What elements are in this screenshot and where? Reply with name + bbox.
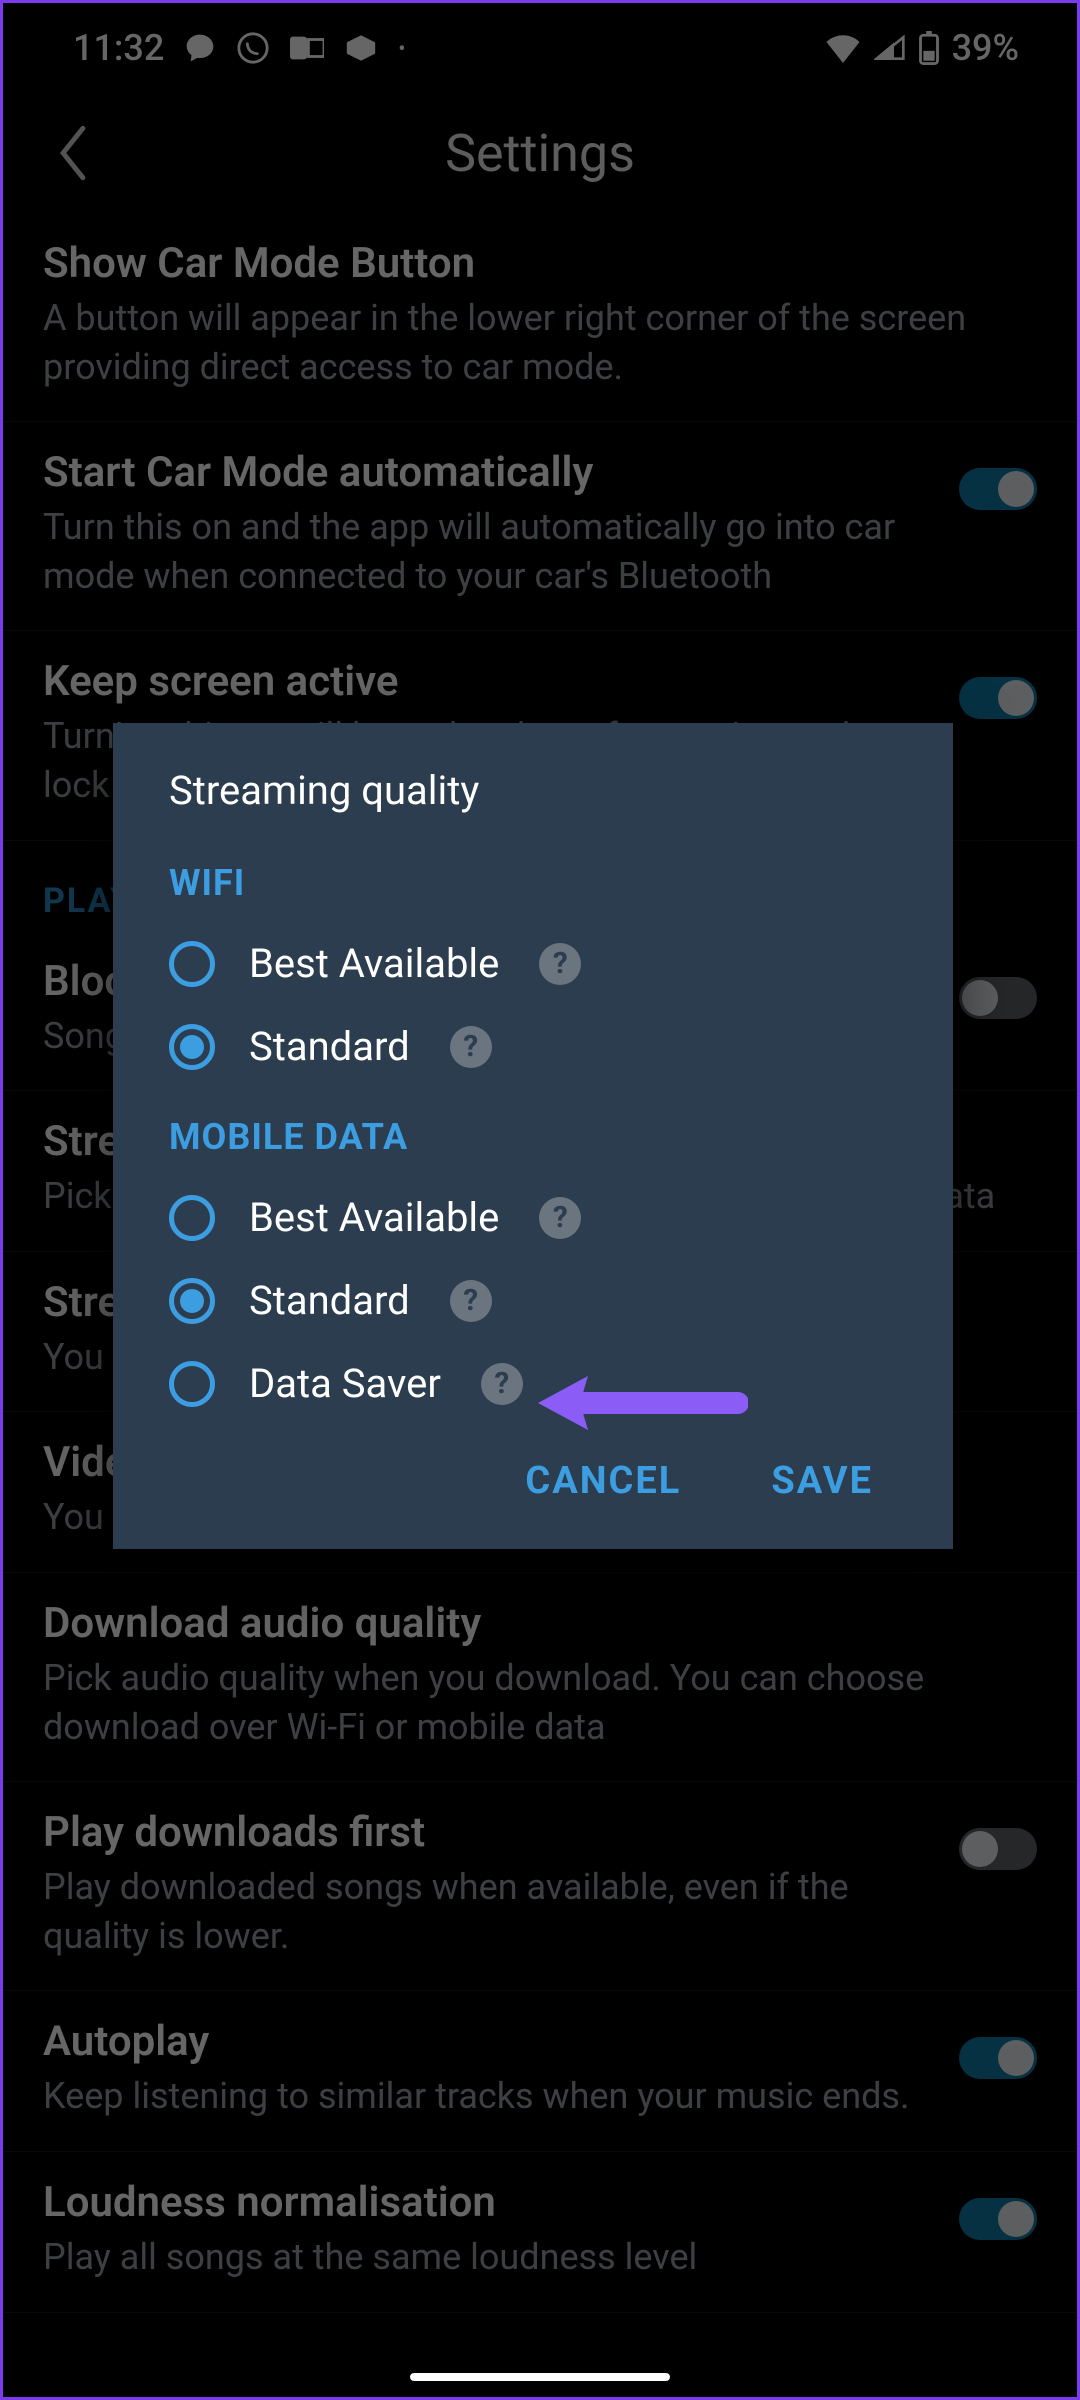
gesture-bar[interactable] [410,2373,670,2381]
help-icon[interactable]: ? [450,1280,492,1322]
radio-mobile-standard[interactable]: Standard ? [113,1259,953,1342]
dialog-title: Streaming quality [113,767,953,842]
dialog-section-mobile: MOBILE DATA [113,1088,953,1176]
radio-mobile-datasaver[interactable]: Data Saver ? [113,1342,953,1425]
radio-icon [169,1361,215,1407]
radio-wifi-standard[interactable]: Standard ? [113,1005,953,1088]
radio-mobile-best[interactable]: Best Available ? [113,1176,953,1259]
radio-label: Best Available [249,1194,499,1241]
radio-wifi-best[interactable]: Best Available ? [113,922,953,1005]
help-icon[interactable]: ? [450,1026,492,1068]
radio-icon [169,1024,215,1070]
radio-label: Best Available [249,940,499,987]
radio-label: Data Saver [249,1360,441,1407]
radio-label: Standard [249,1277,410,1324]
help-icon[interactable]: ? [481,1363,523,1405]
radio-icon [169,1278,215,1324]
help-icon[interactable]: ? [539,943,581,985]
help-icon[interactable]: ? [539,1197,581,1239]
cancel-button[interactable]: CANCEL [525,1459,681,1503]
dialog-section-wifi: WIFI [113,842,953,922]
radio-icon [169,1195,215,1241]
streaming-quality-dialog: Streaming quality WIFI Best Available ? … [113,723,953,1549]
radio-label: Standard [249,1023,410,1070]
radio-icon [169,941,215,987]
save-button[interactable]: SAVE [771,1459,873,1503]
